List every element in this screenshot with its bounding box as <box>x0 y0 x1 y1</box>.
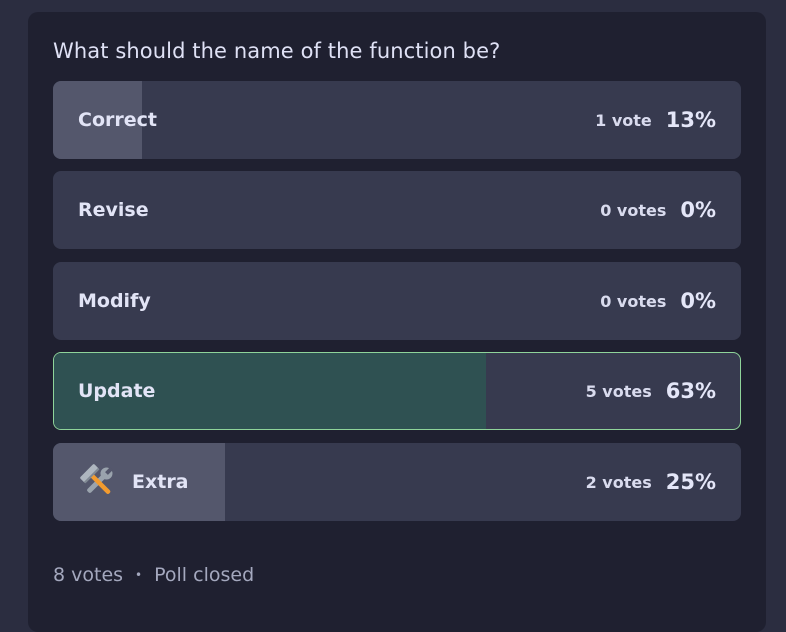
separator-dot: • <box>135 568 143 582</box>
vote-percent: 0% <box>680 289 716 313</box>
vote-percent: 0% <box>680 198 716 222</box>
option-label: Update <box>78 380 156 402</box>
poll-option-correct[interactable]: Correct 1 vote 13% <box>53 81 741 159</box>
poll-option-update[interactable]: Update 5 votes 63% <box>53 352 741 430</box>
vote-percent: 25% <box>665 470 716 494</box>
hammer-and-wrench-icon <box>80 464 113 494</box>
poll-option-revise[interactable]: Revise 0 votes 0% <box>53 171 741 249</box>
vote-percent: 13% <box>665 108 716 132</box>
total-votes: 8 votes <box>53 564 124 586</box>
vote-count: 2 votes <box>585 472 652 492</box>
vote-count: 1 vote <box>595 110 652 130</box>
option-label: Extra <box>132 471 189 493</box>
poll-footer: 8 votes • Poll closed <box>53 564 254 586</box>
option-label: Modify <box>78 290 151 312</box>
poll-status: Poll closed <box>154 564 255 586</box>
option-label: Revise <box>78 199 149 221</box>
option-label: Correct <box>78 109 157 131</box>
vote-count: 0 votes <box>600 200 667 220</box>
poll-card: What should the name of the function be?… <box>28 12 766 632</box>
vote-count: 5 votes <box>585 381 652 401</box>
vote-count: 0 votes <box>600 291 667 311</box>
poll-option-extra[interactable]: Extra 2 votes 25% <box>53 443 741 521</box>
vote-percent: 63% <box>665 379 716 403</box>
poll-question: What should the name of the function be? <box>53 39 501 63</box>
poll-option-modify[interactable]: Modify 0 votes 0% <box>53 262 741 340</box>
